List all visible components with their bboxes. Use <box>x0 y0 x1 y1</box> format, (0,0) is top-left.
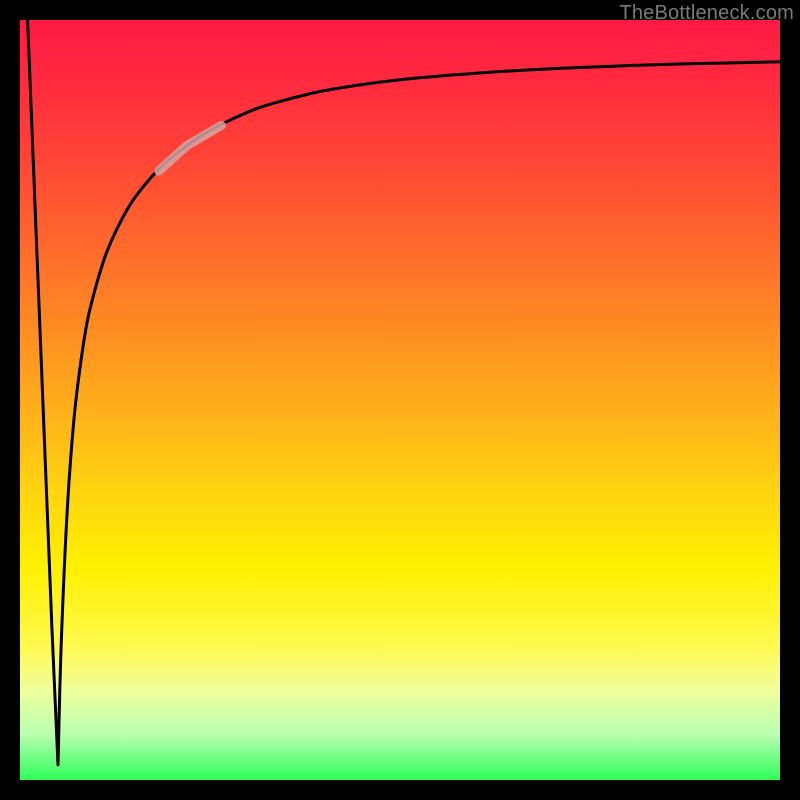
curve-group <box>28 20 780 765</box>
chart-frame: TheBottleneck.com <box>0 0 800 800</box>
curve-svg <box>20 20 780 780</box>
curve-main <box>28 20 780 765</box>
curve-highlight <box>159 125 222 171</box>
watermark-text: TheBottleneck.com <box>619 2 794 25</box>
